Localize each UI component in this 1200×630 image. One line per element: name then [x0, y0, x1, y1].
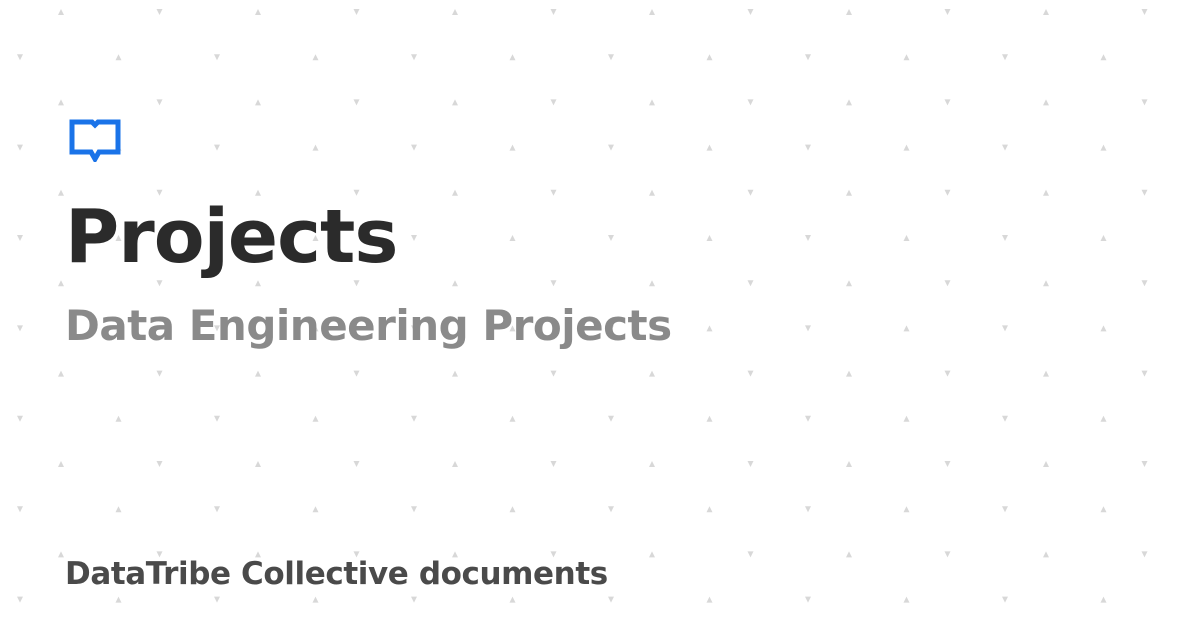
page-title: Projects — [65, 194, 398, 280]
page-subtitle: Data Engineering Projects — [65, 301, 672, 350]
book-bubble-icon — [69, 119, 121, 162]
footer-text: DataTribe Collective documents — [65, 556, 608, 592]
card-content: Projects Data Engineering Projects DataT… — [65, 0, 1145, 630]
social-card: Projects Data Engineering Projects DataT… — [0, 0, 1200, 630]
